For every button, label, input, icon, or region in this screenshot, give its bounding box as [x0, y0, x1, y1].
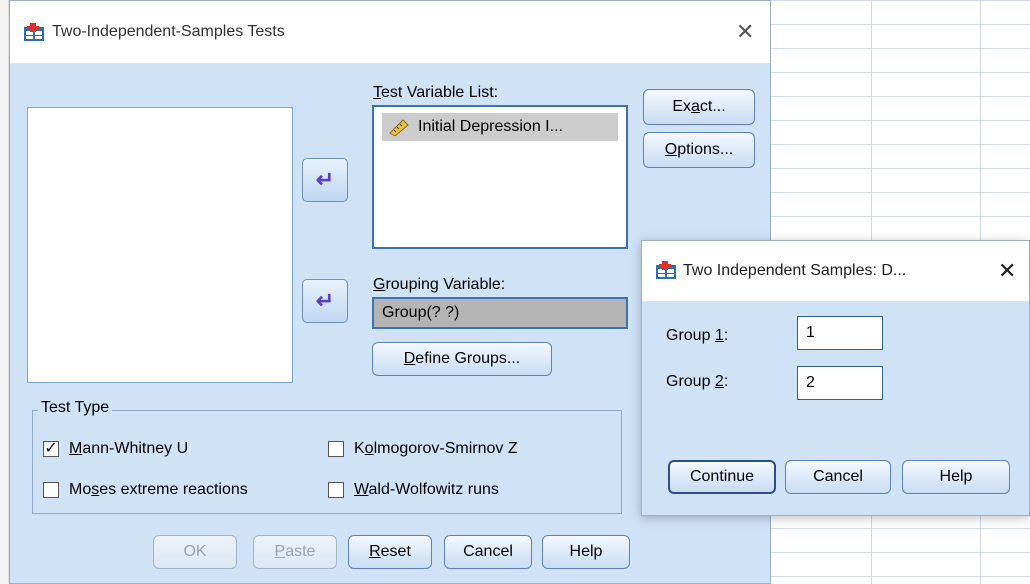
group2-label: Group 2:: [666, 373, 729, 390]
source-variable-list[interactable]: [27, 107, 293, 383]
grouping-variable-field[interactable]: Group(? ?): [372, 297, 628, 329]
mann-whitney-checkbox[interactable]: ✓: [43, 441, 59, 457]
options-button[interactable]: Options...: [643, 132, 755, 168]
test-variable-list[interactable]: Initial Depression I...: [372, 105, 628, 249]
move-to-grouping-button[interactable]: ↵: [302, 279, 348, 323]
define-groups-titlebar: Two Independent Samples: D... ✕: [642, 241, 1029, 302]
test-type-legend: Test Type: [38, 399, 113, 417]
kolmogorov-checkbox[interactable]: [328, 441, 344, 457]
group2-input[interactable]: 2: [797, 366, 883, 400]
continue-button[interactable]: Continue: [668, 460, 776, 494]
window-edge: [0, 0, 9, 584]
paste-button[interactable]: Paste: [253, 535, 337, 569]
grouping-variable-label: Grouping Variable:: [373, 276, 506, 293]
ok-button[interactable]: OK: [153, 535, 237, 569]
group1-input[interactable]: 1: [797, 316, 883, 350]
spss-dialog-icon: [24, 23, 44, 41]
wald-option[interactable]: Wald-Wolfowitz runs: [328, 481, 499, 499]
reset-button[interactable]: Reset: [348, 535, 432, 569]
define-groups-title: Two Independent Samples: D...: [683, 262, 907, 279]
main-close-button[interactable]: ✕: [736, 21, 754, 43]
define-groups-dialog: Two Independent Samples: D... ✕ Group 1:…: [641, 240, 1030, 516]
kolmogorov-label: Kolmogorov-Smirnov Z: [354, 440, 518, 457]
move-to-test-list-button[interactable]: ↵: [302, 158, 348, 202]
define-help-button[interactable]: Help: [902, 460, 1010, 494]
moses-checkbox[interactable]: [43, 482, 59, 498]
main-dialog-title: Two-Independent-Samples Tests: [52, 23, 285, 40]
define-groups-button[interactable]: Define Groups...: [372, 342, 552, 376]
help-button[interactable]: Help: [542, 535, 630, 569]
moses-option[interactable]: Moses extreme reactions: [43, 481, 248, 499]
define-cancel-button[interactable]: Cancel: [785, 460, 891, 494]
spss-dialog-icon: [656, 261, 676, 279]
wald-checkbox[interactable]: [328, 482, 344, 498]
arrow-left-icon: ↵: [315, 167, 335, 192]
test-variable-item[interactable]: Initial Depression I...: [382, 113, 618, 141]
mann-whitney-label: Mann-Whitney U: [69, 440, 189, 457]
exact-button[interactable]: Exact...: [643, 89, 755, 125]
scale-ruler-icon: [389, 119, 409, 136]
cancel-button[interactable]: Cancel: [444, 535, 532, 569]
arrow-left-icon: ↵: [315, 288, 335, 313]
test-variable-list-label: Test Variable List:: [373, 84, 499, 101]
main-titlebar: Two-Independent-Samples Tests ✕: [10, 1, 770, 64]
group1-label: Group 1:: [666, 327, 729, 344]
moses-label: Moses extreme reactions: [69, 481, 248, 498]
test-variable-name: Initial Depression I...: [418, 118, 563, 135]
define-groups-close-button[interactable]: ✕: [998, 260, 1016, 282]
wald-label: Wald-Wolfowitz runs: [354, 481, 499, 498]
mann-whitney-option[interactable]: ✓ Mann-Whitney U: [43, 440, 188, 458]
kolmogorov-option[interactable]: Kolmogorov-Smirnov Z: [328, 440, 518, 458]
